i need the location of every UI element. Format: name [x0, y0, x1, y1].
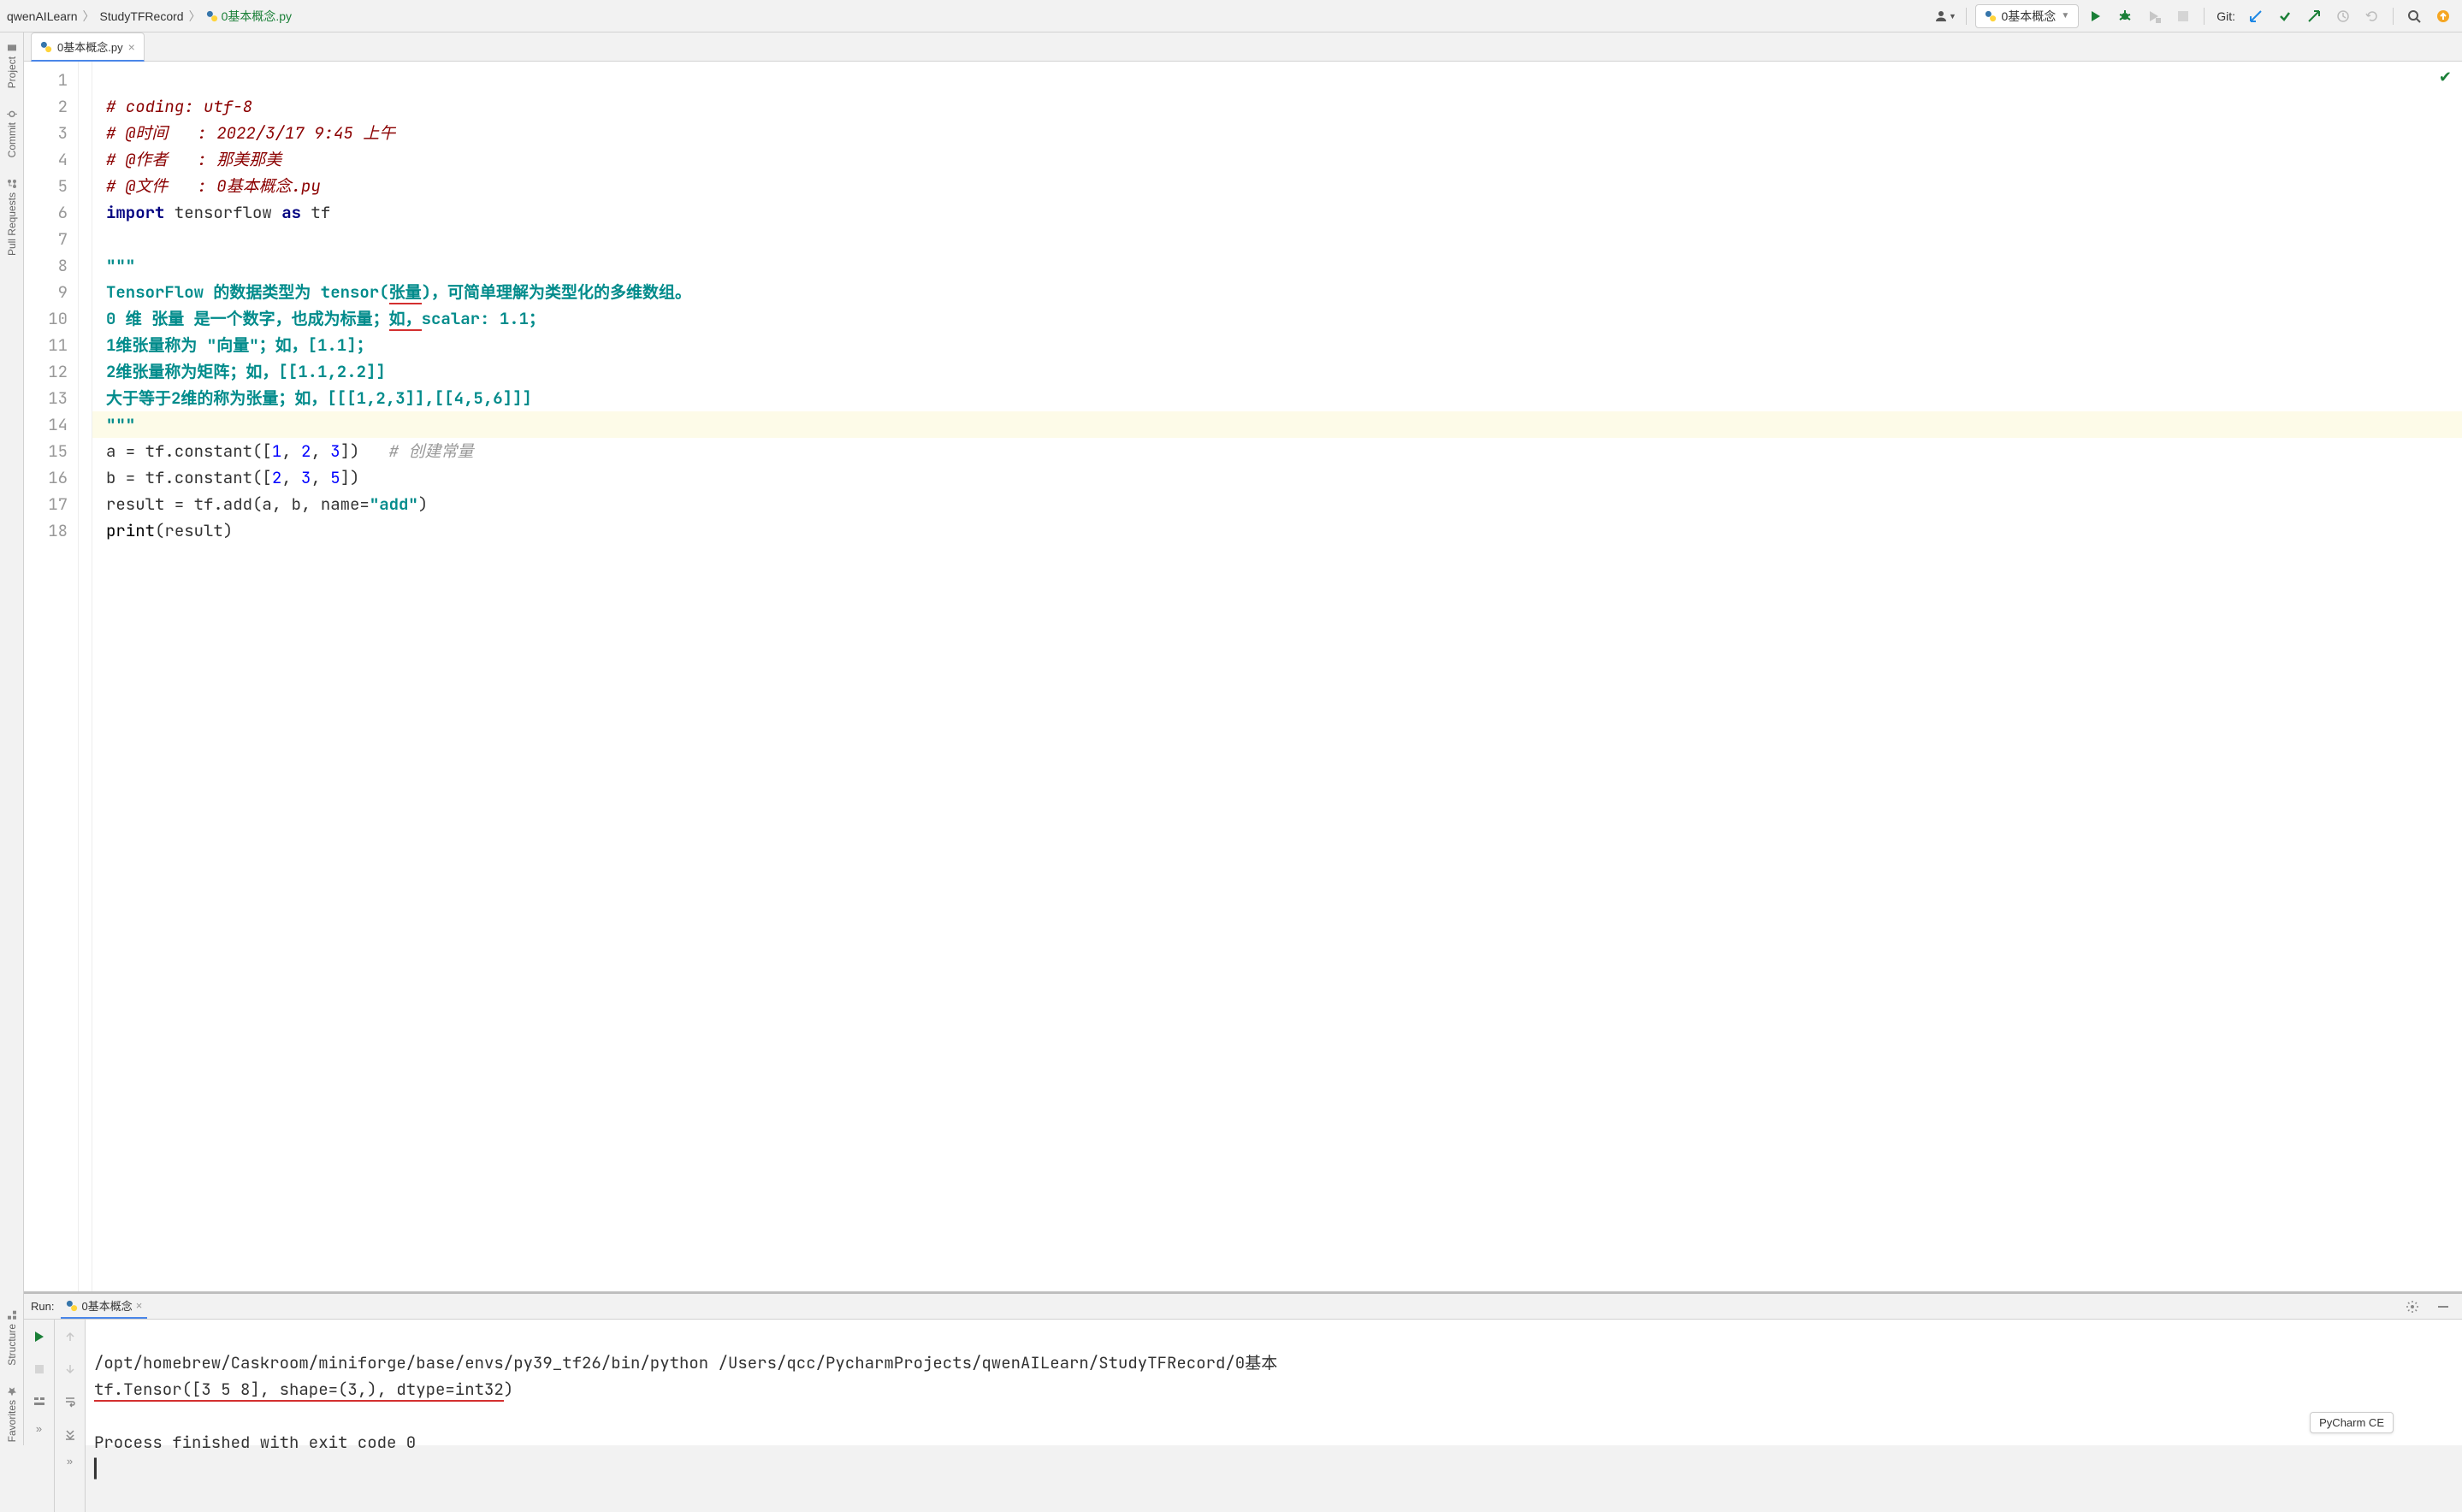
python-file-icon: [206, 10, 218, 22]
no-problems-icon[interactable]: ✔: [2439, 68, 2452, 86]
code-editor[interactable]: ✔ 123456789101112131415161718 # coding: …: [24, 62, 2462, 1291]
run-body: »: [24, 1320, 2462, 1512]
code-area[interactable]: # coding: utf-8 # @时间 : 2022/3/17 9:45 上…: [92, 62, 2462, 1291]
pull-request-icon: [7, 179, 17, 189]
chevron-right-icon: 〉: [189, 8, 201, 25]
breadcrumb-root[interactable]: qwenAILearn: [7, 9, 78, 23]
run-button[interactable]: [2084, 4, 2108, 28]
main-area: Project Commit Pull Requests Structure F…: [0, 32, 2462, 1445]
left-tool-gutter: Project Commit Pull Requests Structure F…: [0, 32, 24, 1445]
python-icon: [66, 1300, 78, 1312]
run-tab-label: 0基本概念: [81, 1297, 132, 1314]
toolbar-right: ▼ 0基本概念 ▼ Git:: [1933, 4, 2455, 28]
commit-icon: [7, 109, 17, 119]
star-icon: [7, 1386, 17, 1397]
folder-icon: [7, 43, 17, 53]
run-output[interactable]: /opt/homebrew/Caskroom/miniforge/base/en…: [86, 1320, 2462, 1512]
editor-tab-label: 0基本概念.py: [57, 38, 123, 55]
git-pull-icon[interactable]: [2244, 4, 2268, 28]
up-arrow-icon[interactable]: [58, 1325, 82, 1349]
product-badge: PyCharm CE: [2310, 1412, 2394, 1433]
more-icon[interactable]: »: [36, 1422, 42, 1435]
hide-icon[interactable]: [2431, 1295, 2455, 1319]
breadcrumb-folder[interactable]: StudyTFRecord: [100, 9, 184, 23]
run-side-primary: »: [24, 1320, 55, 1512]
user-dropdown-icon[interactable]: ▼: [1933, 4, 1957, 28]
run-config-selector[interactable]: 0基本概念 ▼: [1975, 4, 2080, 28]
git-commit-icon[interactable]: [2273, 4, 2297, 28]
run-title: Run:: [31, 1300, 54, 1313]
run-tool-window: Run: 0基本概念 ×: [24, 1291, 2462, 1445]
chevron-down-icon: ▼: [2061, 11, 2069, 21]
breadcrumb-file[interactable]: 0基本概念.py: [206, 8, 292, 25]
stop-button[interactable]: [27, 1357, 51, 1381]
git-label: Git:: [2216, 9, 2235, 23]
scroll-to-end-icon[interactable]: [58, 1422, 82, 1446]
editor-panel: 0基本概念.py × ✔ 123456789101112131415161718…: [24, 32, 2462, 1445]
layout-settings-icon[interactable]: [27, 1390, 51, 1414]
soft-wrap-icon[interactable]: [58, 1390, 82, 1414]
editor-tab[interactable]: 0基本概念.py ×: [31, 32, 145, 62]
rollback-icon[interactable]: [2360, 4, 2384, 28]
fold-gutter[interactable]: [79, 62, 92, 1291]
favorites-tool-button[interactable]: Favorites: [4, 1383, 20, 1445]
more-icon[interactable]: »: [67, 1455, 73, 1468]
gear-icon[interactable]: [2400, 1295, 2424, 1319]
breadcrumb-file-label: 0基本概念.py: [222, 8, 292, 25]
run-tab[interactable]: 0基本概念 ×: [61, 1294, 147, 1319]
debug-button[interactable]: [2113, 4, 2137, 28]
python-icon: [1985, 10, 1997, 22]
down-arrow-icon[interactable]: [58, 1357, 82, 1381]
git-push-icon[interactable]: [2302, 4, 2326, 28]
line-number-gutter: 123456789101112131415161718: [24, 62, 79, 1291]
close-icon[interactable]: ×: [136, 1299, 143, 1312]
search-icon[interactable]: [2402, 4, 2426, 28]
python-file-icon: [40, 41, 52, 53]
run-side-secondary: »: [55, 1320, 86, 1512]
pull-requests-tool-button[interactable]: Pull Requests: [4, 175, 20, 259]
update-icon[interactable]: [2431, 4, 2455, 28]
chevron-right-icon: 〉: [83, 8, 95, 25]
editor-tab-bar: 0基本概念.py ×: [24, 32, 2462, 62]
editor-split: ✔ 123456789101112131415161718 # coding: …: [24, 62, 2462, 1445]
stop-button[interactable]: [2171, 4, 2195, 28]
top-toolbar: qwenAILearn 〉 StudyTFRecord 〉 0基本概念.py ▼…: [0, 0, 2462, 32]
project-tool-button[interactable]: Project: [4, 39, 20, 92]
run-header: Run: 0基本概念 ×: [24, 1294, 2462, 1320]
coverage-button[interactable]: [2142, 4, 2166, 28]
rerun-button[interactable]: [27, 1325, 51, 1349]
breadcrumb: qwenAILearn 〉 StudyTFRecord 〉 0基本概念.py: [7, 8, 292, 25]
history-icon[interactable]: [2331, 4, 2355, 28]
close-icon[interactable]: ×: [128, 40, 135, 54]
commit-tool-button[interactable]: Commit: [4, 105, 20, 161]
run-config-label: 0基本概念: [2002, 8, 2057, 25]
structure-tool-button[interactable]: Structure: [4, 1307, 20, 1369]
structure-icon: [7, 1310, 17, 1320]
